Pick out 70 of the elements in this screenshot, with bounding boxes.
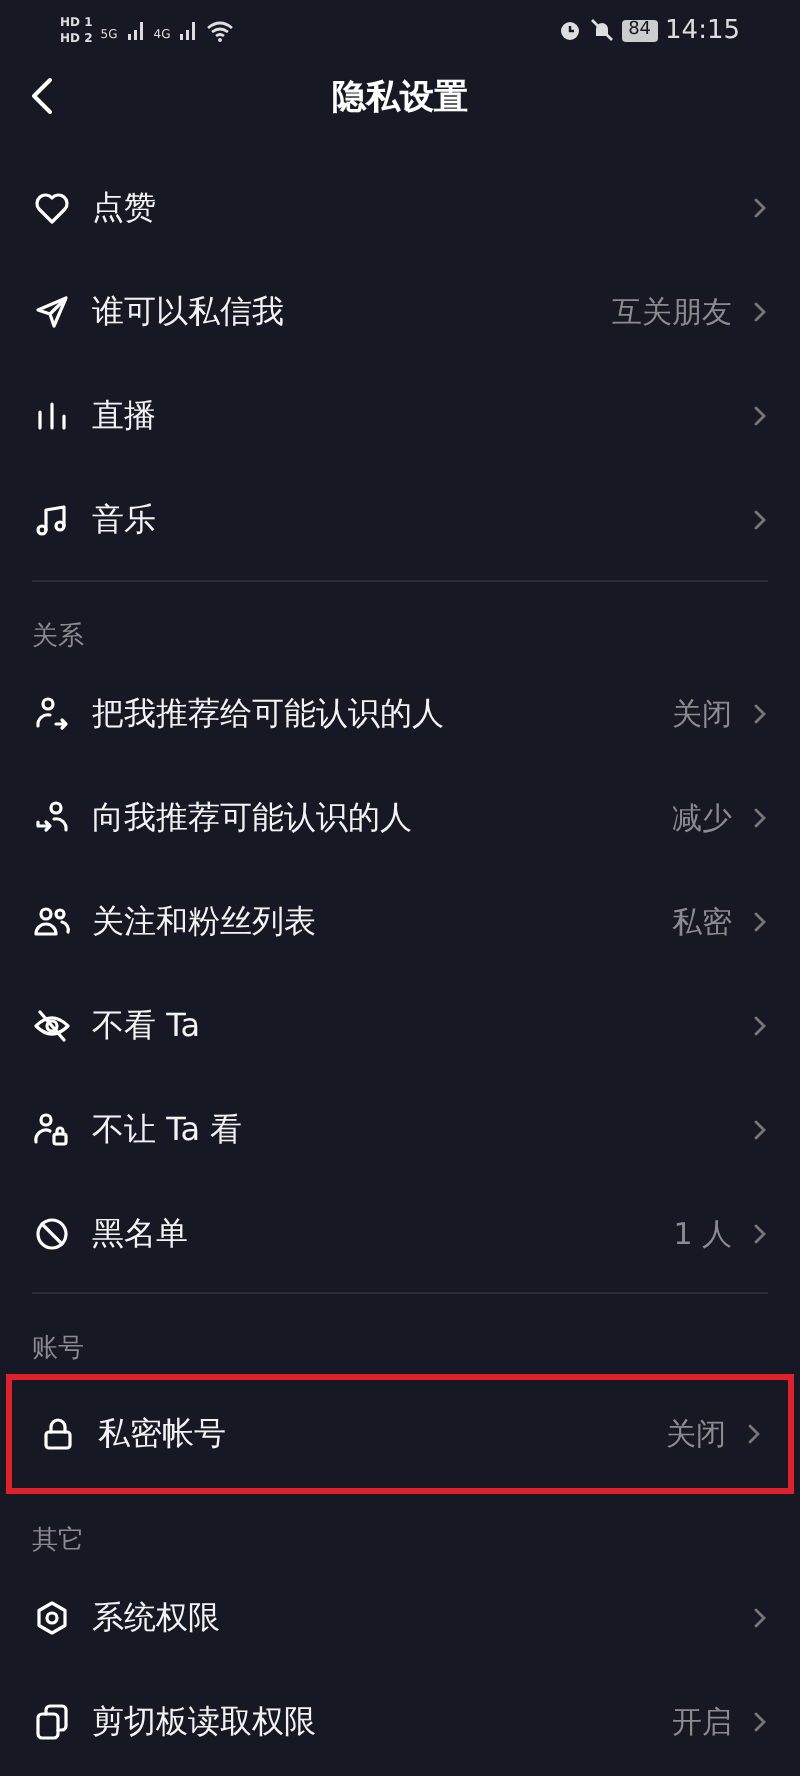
settings-row[interactable]: 直播 — [0, 364, 800, 468]
music-note-icon — [32, 500, 72, 540]
highlighted-settings-row[interactable]: 私密帐号 关闭 — [6, 1374, 794, 1494]
row-label: 私密帐号 — [98, 1413, 228, 1455]
people-icon — [32, 902, 72, 942]
settings-row[interactable]: 谁可以私信我 互关朋友 — [0, 260, 800, 364]
row-value: 互关朋友 — [612, 293, 732, 331]
heart-icon — [32, 188, 72, 228]
muted-bell-icon — [590, 18, 615, 42]
settings-row[interactable]: 系统权限 — [0, 1566, 800, 1670]
settings-row[interactable]: 剪切板读取权限 开启 — [0, 1670, 800, 1774]
battery-level: 84 — [622, 19, 658, 41]
signal-icon — [125, 20, 146, 40]
settings-row[interactable]: 音乐 — [0, 468, 800, 572]
person-share-icon — [32, 694, 72, 734]
settings-row[interactable]: 黑名单 1 人 — [0, 1182, 800, 1286]
chevron-icon — [752, 1118, 768, 1142]
chevron-icon — [752, 702, 768, 726]
row-label: 不让 Ta 看 — [92, 1109, 245, 1151]
chevron-icon — [752, 300, 768, 324]
row-label: 不看 Ta — [92, 1005, 203, 1047]
person-lock-icon — [32, 1110, 72, 1150]
row-label: 剪切板读取权限 — [92, 1701, 318, 1743]
row-label: 把我推荐给可能认识的人 — [92, 693, 446, 735]
section-title: 其它 — [30, 1524, 86, 1560]
chevron-icon — [752, 1710, 768, 1734]
row-label: 点赞 — [92, 187, 158, 229]
row-value: 私密 — [672, 903, 732, 941]
hidden-eye-icon — [32, 1006, 72, 1046]
alarm-icon — [558, 18, 583, 42]
section-title: 账号 — [30, 1332, 86, 1368]
row-label: 谁可以私信我 — [92, 291, 286, 333]
row-value: 关闭 — [672, 695, 732, 733]
settings-row[interactable]: 不看 Ta — [0, 974, 800, 1078]
row-value: 关闭 — [666, 1415, 726, 1453]
chevron-icon — [752, 196, 768, 220]
page-title: 隐私设置 — [332, 75, 468, 119]
row-value: 开启 — [672, 1703, 732, 1741]
row-label: 音乐 — [92, 499, 158, 541]
settings-row[interactable]: 关注和粉丝列表 私密 — [0, 870, 800, 974]
person-return-icon — [32, 798, 72, 838]
row-value: 1 人 — [673, 1215, 732, 1253]
blocked-icon — [32, 1214, 72, 1254]
chevron-icon — [752, 508, 768, 532]
copy-icon — [32, 1702, 72, 1742]
settings-row[interactable]: 向我推荐可能认识的人 减少 — [0, 766, 800, 870]
section-title: 关系 — [30, 620, 86, 656]
paper-plane-icon — [32, 292, 72, 332]
row-label: 直播 — [92, 395, 158, 437]
row-label: 关注和粉丝列表 — [92, 901, 318, 943]
row-label: 系统权限 — [92, 1597, 222, 1639]
chevron-icon — [746, 1422, 762, 1446]
chevron-icon — [752, 404, 768, 428]
lock-icon — [38, 1414, 78, 1454]
chevron-icon — [752, 1014, 768, 1038]
settings-row[interactable]: 不让 Ta 看 — [0, 1078, 800, 1182]
signal-icon — [178, 20, 199, 40]
clock-time: 14:15 — [665, 15, 740, 45]
row-label: 黑名单 — [92, 1213, 190, 1255]
row-value: 减少 — [672, 799, 732, 837]
back-icon — [28, 76, 56, 116]
settings-row[interactable]: 点赞 — [0, 156, 800, 260]
chevron-icon — [752, 1606, 768, 1630]
row-label: 向我推荐可能认识的人 — [92, 797, 414, 839]
chevron-icon — [752, 1222, 768, 1246]
wifi-icon — [206, 19, 235, 41]
chevron-icon — [752, 910, 768, 934]
hexagon-icon — [32, 1598, 72, 1638]
settings-row[interactable]: 把我推荐给可能认识的人 关闭 — [0, 662, 800, 766]
chevron-icon — [752, 806, 768, 830]
